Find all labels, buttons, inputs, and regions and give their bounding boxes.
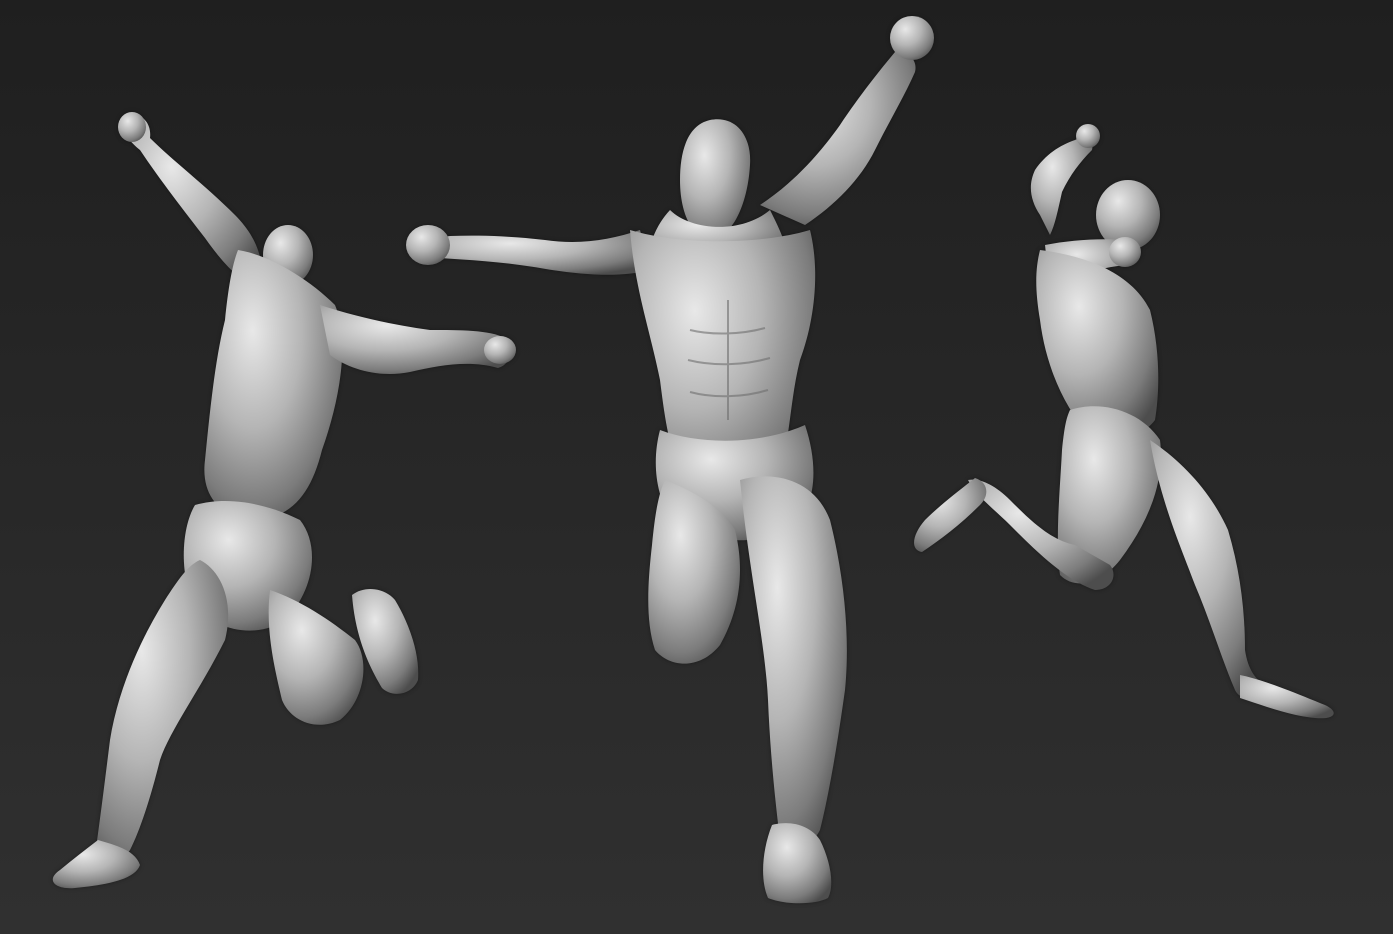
viewport-canvas	[52, 16, 1334, 904]
sculpt-figure-side-view-icon[interactable]	[914, 124, 1334, 719]
sculpt-figure-front-view-icon[interactable]	[406, 16, 934, 904]
sculpt-figure-back-view-icon[interactable]	[52, 112, 516, 889]
sculpt-viewport[interactable]	[0, 0, 1393, 934]
